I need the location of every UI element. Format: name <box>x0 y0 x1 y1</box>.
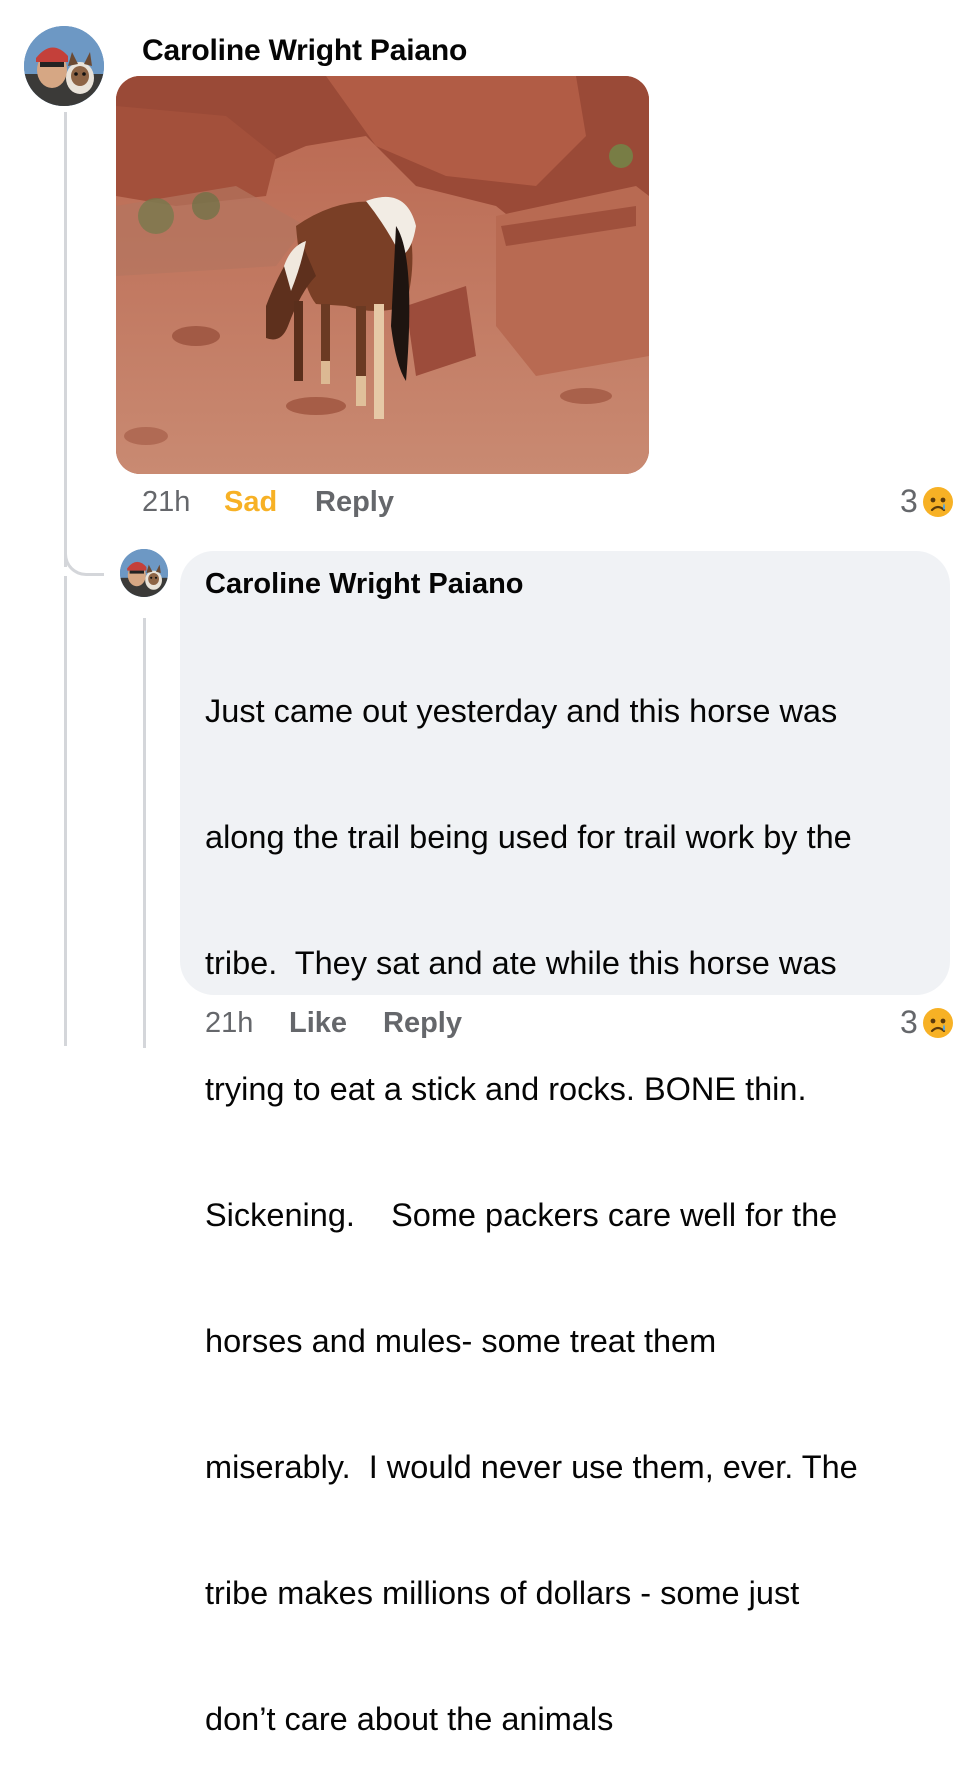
reply-text-line: miserably. I would never use them, ever.… <box>205 1449 858 1485</box>
reply-text: Just came out yesterday and this horse w… <box>205 606 945 1782</box>
comment-time[interactable]: 21h <box>142 486 190 519</box>
avatar-photo <box>24 26 104 106</box>
reply-text-line: trying to eat a stick and rocks. BONE th… <box>205 1071 807 1107</box>
reply-text-line: tribe. They sat and ate while this horse… <box>205 945 837 981</box>
reply-reaction-summary[interactable]: 3 <box>900 1004 954 1041</box>
sad-face-icon <box>922 486 953 517</box>
sad-reaction-button[interactable]: Sad <box>224 486 277 519</box>
sad-face-icon <box>922 1007 953 1038</box>
reaction-summary[interactable]: 3 <box>900 483 954 520</box>
reaction-count: 3 <box>900 483 918 519</box>
thread-connector-curve <box>64 530 104 576</box>
like-button[interactable]: Like <box>289 1007 347 1040</box>
reply-thread-line <box>143 618 146 1048</box>
reply-author[interactable]: Caroline Wright Paiano <box>205 568 524 601</box>
avatar-photo <box>120 549 168 597</box>
reply-button[interactable]: Reply <box>315 486 394 519</box>
reply-text-line: don’t care about the animals <box>205 1701 614 1737</box>
comment-author[interactable]: Caroline Wright Paiano <box>142 34 467 68</box>
reply-text-line: Just came out yesterday and this horse w… <box>205 693 838 729</box>
horse-on-rocky-trail-image <box>116 76 649 474</box>
reply-text-line: along the trail being used for trail wor… <box>205 819 852 855</box>
thread-line <box>64 112 67 567</box>
reply-avatar[interactable] <box>120 549 168 597</box>
avatar[interactable] <box>24 26 104 106</box>
thread-line <box>64 576 67 1046</box>
reaction-count: 3 <box>900 1004 918 1040</box>
reply-text-line: tribe makes millions of dollars - some j… <box>205 1575 800 1611</box>
reply-time[interactable]: 21h <box>205 1007 253 1040</box>
reply-button[interactable]: Reply <box>383 1007 462 1040</box>
reply-text-line: horses and mules- some treat them <box>205 1323 717 1359</box>
comment-photo[interactable] <box>116 76 649 474</box>
reply-text-line: Sickening. Some packers care well for th… <box>205 1197 838 1233</box>
